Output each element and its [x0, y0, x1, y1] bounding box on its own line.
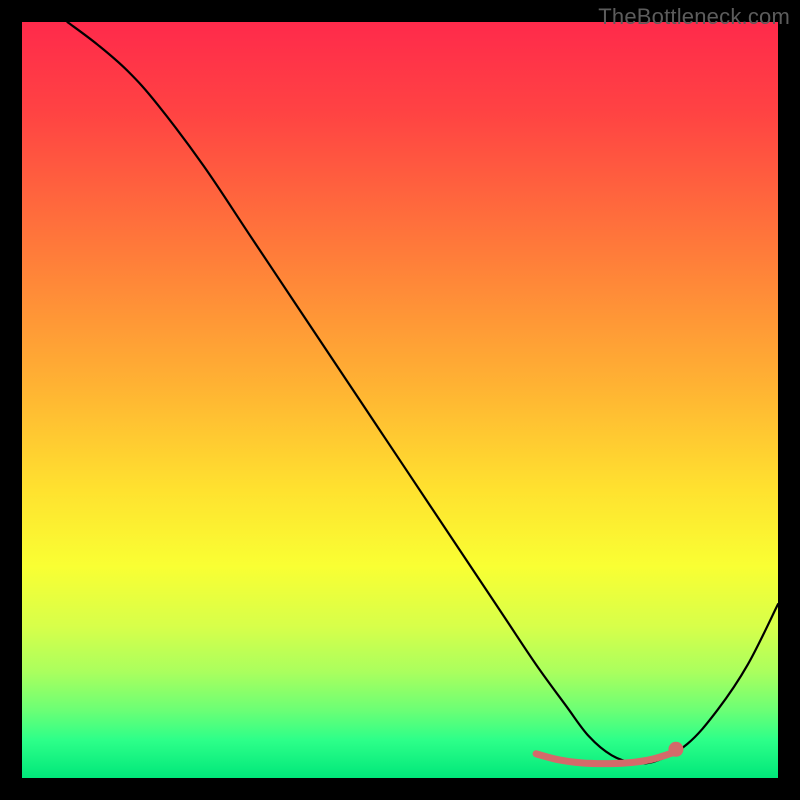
selected-point-marker: [668, 742, 683, 757]
watermark-text: TheBottleneck.com: [598, 4, 790, 30]
gradient-background: [22, 22, 778, 778]
bottleneck-chart: [22, 22, 778, 778]
chart-frame: [22, 22, 778, 778]
